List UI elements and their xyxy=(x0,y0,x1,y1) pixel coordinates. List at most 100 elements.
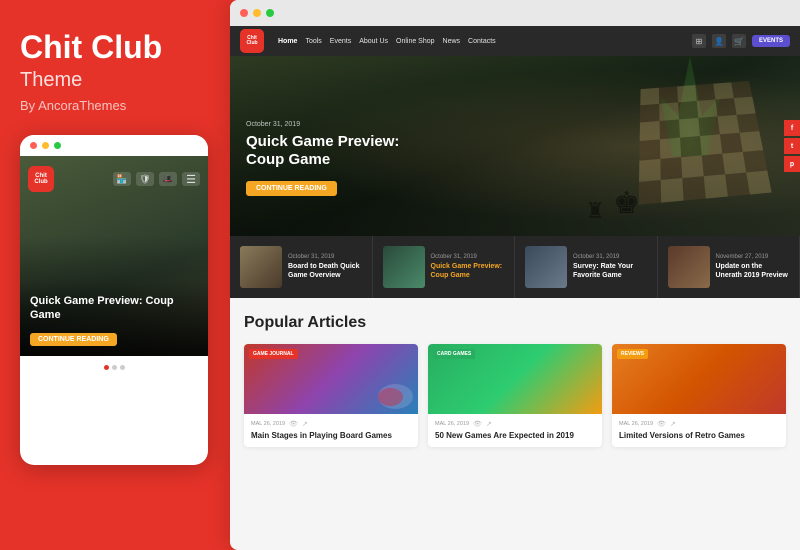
nav-link-about[interactable]: About Us xyxy=(359,38,388,45)
hero-social-icons: f t p xyxy=(784,120,800,172)
nav-link-home[interactable]: Home xyxy=(278,38,297,45)
post-item-2[interactable]: October 31, 2019 Survey: Rate Your Favor… xyxy=(515,236,658,298)
article-meta-1: MAL 26, 2019 👁 ↗ xyxy=(435,420,595,428)
article-img-2: REVIEWS xyxy=(612,344,786,414)
social-icon-facebook[interactable]: f xyxy=(784,120,800,136)
mobile-dot-1 xyxy=(104,365,109,370)
mobile-mockup: ChitClub 🏪 🛡 🎩 ☰ Quick Game Preview: Cou… xyxy=(20,135,208,465)
app-by: By AncoraThemes xyxy=(20,98,210,113)
post-item-1[interactable]: October 31, 2019 Quick Game Preview: Cou… xyxy=(373,236,516,298)
popular-articles-title: Popular Articles xyxy=(244,314,786,332)
post-title-1: Quick Game Preview: Coup Game xyxy=(431,262,505,280)
nav-link-news[interactable]: News xyxy=(443,38,461,45)
post-thumb-1 xyxy=(383,246,425,288)
app-title: Chit Club xyxy=(20,30,210,65)
hero-title: Quick Game Preview: Coup Game xyxy=(246,133,426,169)
site-nav-links: Home Tools Events About Us Online Shop N… xyxy=(278,38,496,45)
nav-link-contacts[interactable]: Contacts xyxy=(468,38,496,45)
site-navbar: ChitClub Home Tools Events About Us Onli… xyxy=(230,26,800,56)
chess-piece-rook: ♜ xyxy=(585,198,605,224)
browser-chrome xyxy=(230,0,800,26)
mobile-top-bar xyxy=(20,135,208,156)
browser-dot-yellow xyxy=(253,9,261,17)
article-img-0: GAME JOURNAL xyxy=(244,344,418,414)
post-meta-3: November 27, 2019 Update on the Unerath … xyxy=(716,254,790,280)
mobile-nav-bar: ChitClub 🏪 🛡 🎩 ☰ xyxy=(20,161,208,197)
article-eye-icon-2: 👁 xyxy=(657,420,666,428)
site-main: Popular Articles GAME JOURNAL MAL 26, 20… xyxy=(230,298,800,463)
nav-link-events[interactable]: Events xyxy=(330,38,351,45)
article-card-0[interactable]: GAME JOURNAL MAL 26, 2019 👁 ↗ Main Stage… xyxy=(244,344,418,447)
post-meta-0: October 31, 2019 Board to Death Quick Ga… xyxy=(288,254,362,280)
nav-events-button[interactable]: EVENTS xyxy=(752,35,790,47)
article-date-2: MAL 26, 2019 xyxy=(619,421,653,427)
article-date-0: MAL 26, 2019 xyxy=(251,421,285,427)
post-date-1: October 31, 2019 xyxy=(431,254,505,260)
mobile-dot-3 xyxy=(120,365,125,370)
desktop-mockup: ChitClub Home Tools Events About Us Onli… xyxy=(230,0,800,550)
mobile-hero-content: Quick Game Preview: Coup Game CONTINUE R… xyxy=(20,282,208,357)
mobile-hero-title: Quick Game Preview: Coup Game xyxy=(30,294,198,323)
post-item-3[interactable]: November 27, 2019 Update on the Unerath … xyxy=(658,236,800,298)
mobile-dot-red xyxy=(30,142,37,149)
mobile-hero: ChitClub 🏪 🛡 🎩 ☰ Quick Game Preview: Cou… xyxy=(20,156,208,356)
article-tag-1: CARD GAMES xyxy=(433,349,475,359)
nav-icon-person[interactable]: 👤 xyxy=(712,34,726,48)
article-date-1: MAL 26, 2019 xyxy=(435,421,469,427)
desktop-site: ChitClub Home Tools Events About Us Onli… xyxy=(230,26,800,550)
chess-board-decoration xyxy=(639,81,772,205)
mobile-logo: ChitClub xyxy=(28,166,54,192)
post-thumb-2 xyxy=(525,246,567,288)
post-meta-1: October 31, 2019 Quick Game Preview: Cou… xyxy=(431,254,505,280)
post-item-0[interactable]: October 31, 2019 Board to Death Quick Ga… xyxy=(230,236,373,298)
post-title-0: Board to Death Quick Game Overview xyxy=(288,262,362,280)
nav-link-shop[interactable]: Online Shop xyxy=(396,38,435,45)
mobile-nav-icon-menu[interactable]: ☰ xyxy=(182,172,200,186)
article-title-2: Limited Versions of Retro Games xyxy=(619,431,779,441)
mobile-nav-icon-shield: 🛡 xyxy=(136,172,154,186)
app-subtitle: Theme xyxy=(20,69,210,92)
article-info-2: MAL 26, 2019 👁 ↗ Limited Versions of Ret… xyxy=(612,414,786,447)
article-share-icon-2: ↗ xyxy=(670,420,676,428)
mobile-read-btn[interactable]: CONTINUE READING xyxy=(30,333,117,346)
articles-grid: GAME JOURNAL MAL 26, 2019 👁 ↗ Main Stage… xyxy=(244,344,786,447)
hero-content: October 31, 2019 Quick Game Preview: Cou… xyxy=(246,121,426,196)
site-nav-right: ⊞ 👤 🛒 EVENTS xyxy=(692,34,790,48)
nav-link-tools[interactable]: Tools xyxy=(305,38,321,45)
post-meta-2: October 31, 2019 Survey: Rate Your Favor… xyxy=(573,254,647,280)
mobile-nav-icon-hat: 🎩 xyxy=(159,172,177,186)
post-thumb-3 xyxy=(668,246,710,288)
post-thumb-0 xyxy=(240,246,282,288)
site-logo: ChitClub xyxy=(240,29,264,53)
post-title-3: Update on the Unerath 2019 Preview xyxy=(716,262,790,280)
article-img-1: CARD GAMES xyxy=(428,344,602,414)
article-card-2[interactable]: REVIEWS MAL 26, 2019 👁 ↗ Limited Version… xyxy=(612,344,786,447)
browser-dot-green xyxy=(266,9,274,17)
hero-read-button[interactable]: CONTINUE READING xyxy=(246,181,337,196)
social-icon-pinterest[interactable]: p xyxy=(784,156,800,172)
mobile-dot-2 xyxy=(112,365,117,370)
article-tag-2: REVIEWS xyxy=(617,349,648,359)
nav-icon-cart[interactable]: 🛒 xyxy=(732,34,746,48)
article-title-0: Main Stages in Playing Board Games xyxy=(251,431,411,441)
posts-strip: October 31, 2019 Board to Death Quick Ga… xyxy=(230,236,800,298)
mobile-nav-icons: 🏪 🛡 🎩 ☰ xyxy=(113,172,200,186)
article-eye-icon-1: 👁 xyxy=(473,420,482,428)
post-title-2: Survey: Rate Your Favorite Game xyxy=(573,262,647,280)
post-date-3: November 27, 2019 xyxy=(716,254,790,260)
mobile-pagination-dots xyxy=(20,360,208,375)
article-share-icon-1: ↗ xyxy=(486,420,492,428)
browser-dot-red xyxy=(240,9,248,17)
article-info-0: MAL 26, 2019 👁 ↗ Main Stages in Playing … xyxy=(244,414,418,447)
article-title-1: 50 New Games Are Expected in 2019 xyxy=(435,431,595,441)
mobile-dot-yellow xyxy=(42,142,49,149)
article-tag-0: GAME JOURNAL xyxy=(249,349,298,359)
article-card-1[interactable]: CARD GAMES MAL 26, 2019 👁 ↗ 50 New Games… xyxy=(428,344,602,447)
left-panel: Chit Club Theme By AncoraThemes ChitClub… xyxy=(0,0,230,550)
chess-piece-king: ♚ xyxy=(613,186,640,221)
post-date-0: October 31, 2019 xyxy=(288,254,362,260)
site-hero: ♚ ♜ October 31, 2019 Quick Game Preview:… xyxy=(230,56,800,236)
nav-icon-grid[interactable]: ⊞ xyxy=(692,34,706,48)
social-icon-twitter[interactable]: t xyxy=(784,138,800,154)
article-meta-2: MAL 26, 2019 👁 ↗ xyxy=(619,420,779,428)
